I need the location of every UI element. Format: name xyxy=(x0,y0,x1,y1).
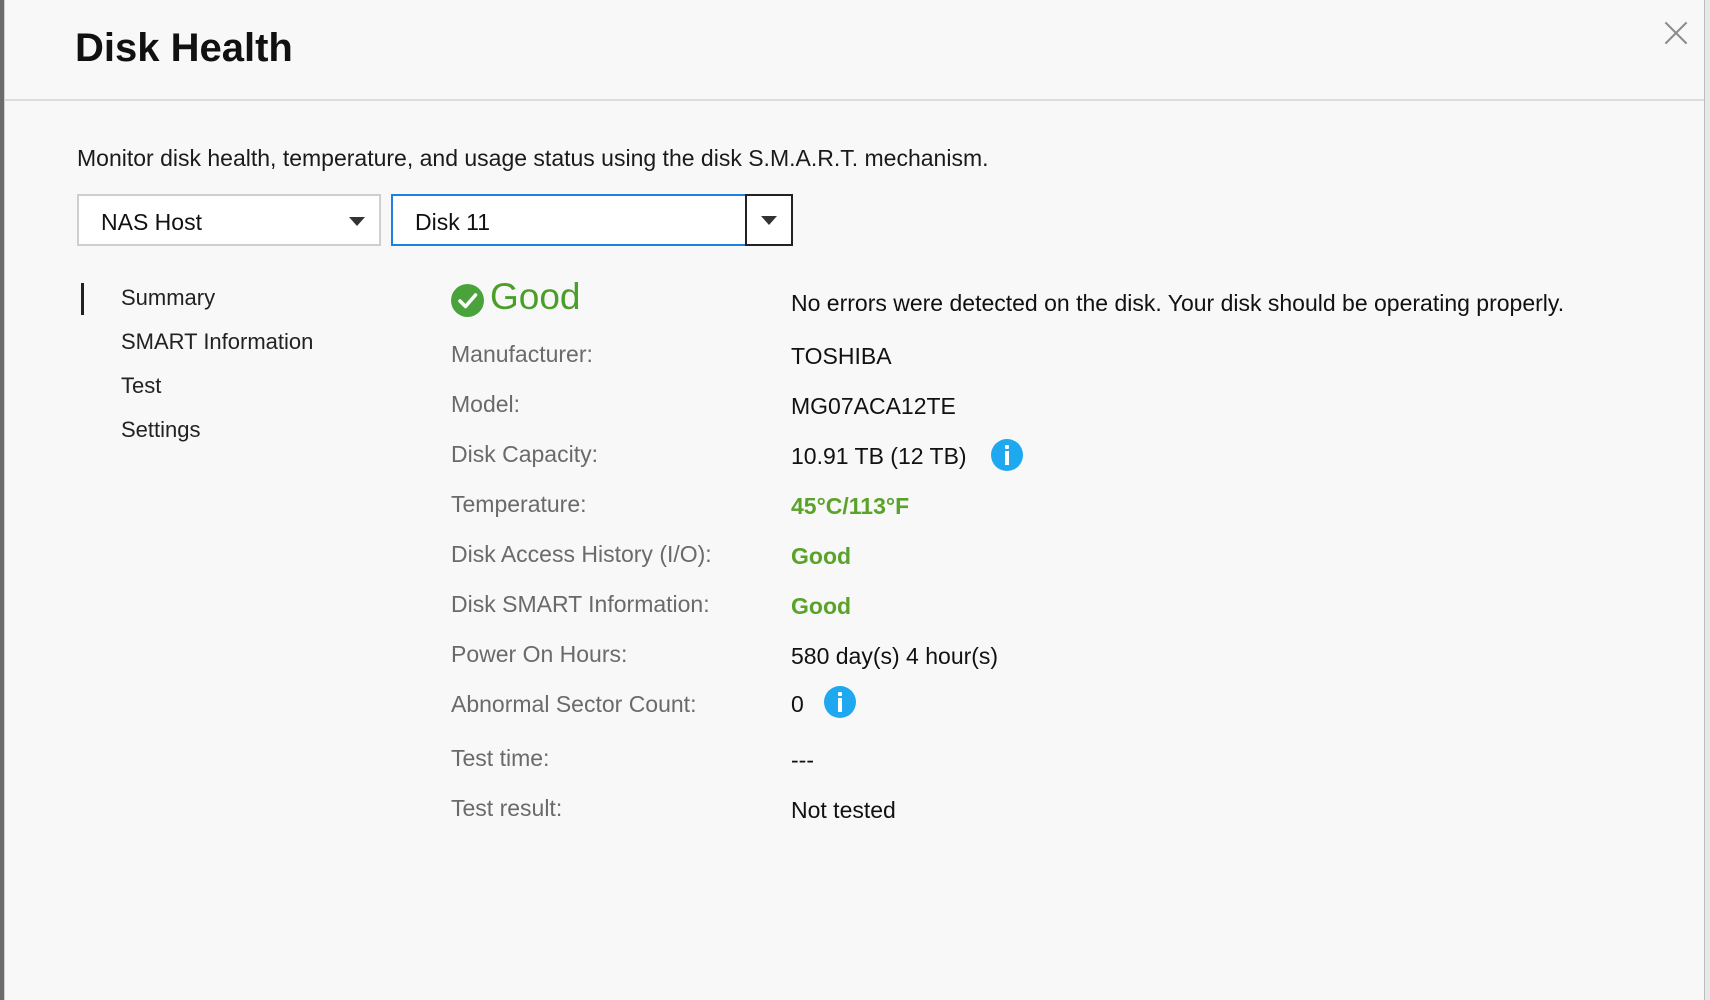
test-time-value: --- xyxy=(791,747,814,773)
temperature-label: Temperature: xyxy=(451,491,587,517)
manufacturer-label: Manufacturer: xyxy=(451,341,593,367)
chevron-down-icon xyxy=(349,217,365,226)
dialog-title: Disk Health xyxy=(75,26,293,70)
chevron-down-icon xyxy=(761,216,777,225)
disk-select[interactable]: Disk 11 xyxy=(391,194,747,246)
manufacturer-value: TOSHIBA xyxy=(791,343,892,369)
disk-capacity-label: Disk Capacity: xyxy=(451,441,598,467)
dialog-description: Monitor disk health, temperature, and us… xyxy=(77,145,989,171)
abnormal-sector-count-value: 0 xyxy=(791,691,804,717)
disk-health-dialog: Disk Health Monitor disk health, tempera… xyxy=(4,0,1705,1000)
model-value: MG07ACA12TE xyxy=(791,393,956,419)
disk-select-value: Disk 11 xyxy=(415,209,490,235)
health-status-message: No errors were detected on the disk. You… xyxy=(791,290,1565,316)
power-on-hours-label: Power On Hours: xyxy=(451,641,628,667)
capacity-info-icon[interactable] xyxy=(991,439,1023,471)
test-result-value: Not tested xyxy=(791,797,896,823)
model-label: Model: xyxy=(451,391,521,417)
active-nav-indicator xyxy=(81,283,84,315)
nav-item-smart-information[interactable]: SMART Information xyxy=(121,329,313,355)
disk-access-history-value: Good xyxy=(791,543,852,569)
power-on-hours-value: 580 day(s) 4 hour(s) xyxy=(791,643,999,669)
disk-capacity-value: 10.91 TB (12 TB) xyxy=(791,443,967,469)
test-result-label: Test result: xyxy=(451,795,563,821)
disk-access-history-label: Disk Access History (I/O): xyxy=(451,541,712,567)
dialog-header: Disk Health xyxy=(5,0,1705,101)
disk-select-dropdown-button[interactable] xyxy=(745,194,793,246)
nav-item-summary[interactable]: Summary xyxy=(121,285,215,311)
health-status: Good xyxy=(490,276,581,317)
disk-smart-information-label: Disk SMART Information: xyxy=(451,591,710,617)
nav-item-settings[interactable]: Settings xyxy=(121,417,201,443)
sector-count-info-icon[interactable] xyxy=(824,686,856,718)
temperature-value: 45°C/113°F xyxy=(791,493,910,519)
test-time-label: Test time: xyxy=(451,745,550,771)
check-circle-icon xyxy=(451,284,484,317)
nav-item-test[interactable]: Test xyxy=(121,373,161,399)
close-icon[interactable] xyxy=(1660,16,1692,48)
host-select[interactable]: NAS Host xyxy=(77,194,381,246)
host-select-value: NAS Host xyxy=(101,209,202,235)
background-window-edge xyxy=(1704,0,1710,1000)
abnormal-sector-count-label: Abnormal Sector Count: xyxy=(451,691,697,717)
disk-smart-information-value: Good xyxy=(791,593,852,619)
